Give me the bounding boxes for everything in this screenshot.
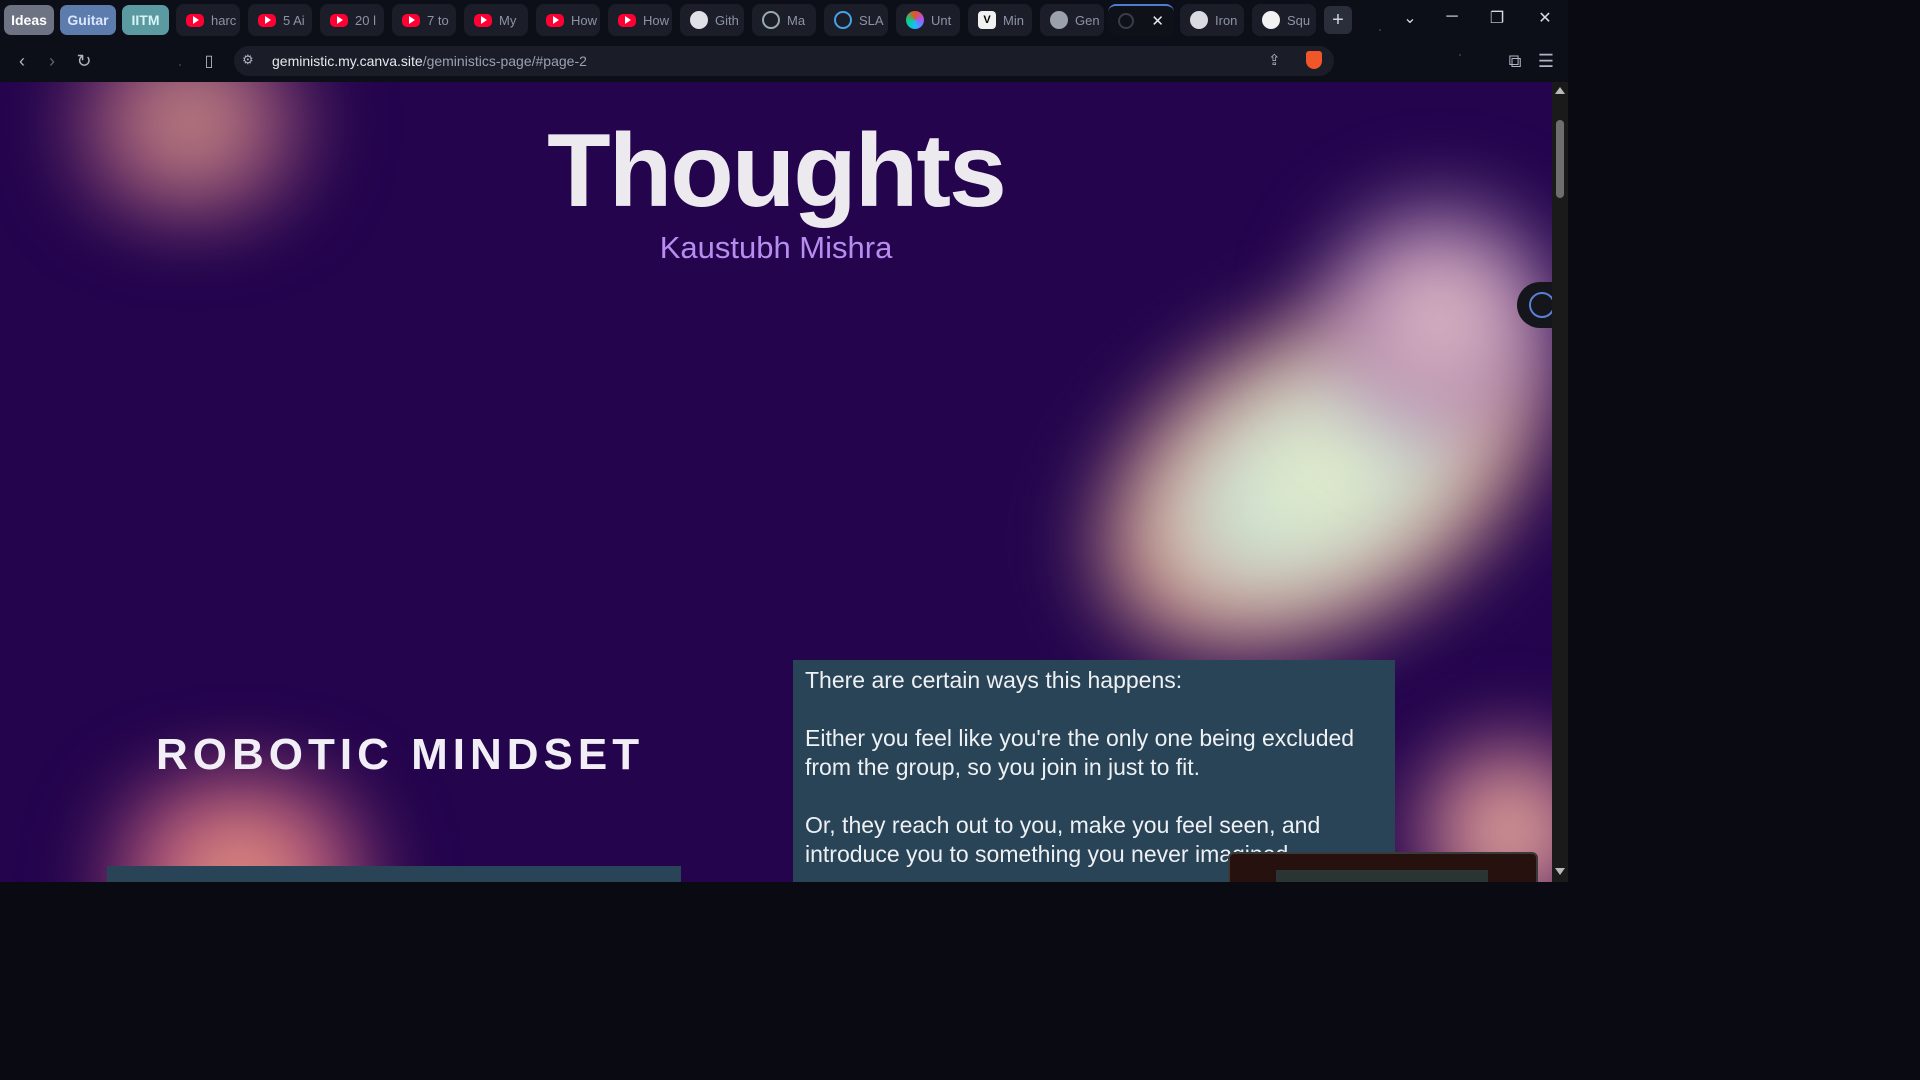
- new-tab-button[interactable]: +: [1324, 6, 1352, 34]
- search-icon: [1262, 11, 1280, 29]
- text-box: There are certain ways this happens: Eit…: [793, 660, 1395, 882]
- tab-group-label: IITM: [131, 12, 160, 28]
- video-frame: [1276, 870, 1488, 882]
- tab-group-label: Guitar: [67, 12, 109, 28]
- tab-group-guitar[interactable]: Guitar: [60, 5, 116, 35]
- tab-title: Gen: [1075, 12, 1100, 28]
- tab-group-ideas[interactable]: Ideas: [4, 5, 54, 35]
- scroll-up-arrow[interactable]: [1555, 87, 1565, 94]
- github-icon: [690, 11, 708, 29]
- vercel-icon: V: [978, 11, 996, 29]
- site-settings-icon[interactable]: ⚙: [242, 52, 254, 68]
- browser-tab[interactable]: 7 to: [392, 4, 456, 36]
- forward-button[interactable]: ›: [40, 50, 64, 72]
- tab-title: 5 Ai: [283, 12, 305, 28]
- tab-title: My: [499, 12, 517, 28]
- url-path: /geministics-page/#page-2: [422, 53, 587, 69]
- youtube-icon: [474, 13, 492, 27]
- tab-title: Min: [1003, 12, 1024, 28]
- browser-tab[interactable]: How: [608, 4, 672, 36]
- tab-title: Squ: [1287, 12, 1311, 28]
- url-host: geministic.my.canva.site: [272, 53, 423, 69]
- menu-icon[interactable]: ☰: [1534, 50, 1558, 72]
- tab-title: Ma: [787, 12, 806, 28]
- tab-title: harc: [211, 12, 237, 28]
- minimize-button[interactable]: ─: [1440, 8, 1464, 26]
- tab-group-label: Ideas: [11, 12, 47, 28]
- circle-icon: [834, 11, 852, 29]
- figma-icon: [906, 11, 924, 29]
- mask-icon: [762, 11, 780, 29]
- youtube-icon: [546, 13, 564, 27]
- back-button[interactable]: ‹: [10, 50, 34, 72]
- globe-icon: [1050, 11, 1068, 29]
- assistant-icon: [1529, 292, 1552, 318]
- scroll-down-arrow[interactable]: [1555, 868, 1565, 875]
- youtube-icon: [330, 13, 348, 27]
- browser-tab[interactable]: Unt: [896, 4, 960, 36]
- paragraph: There are certain ways this happens:: [805, 667, 1183, 693]
- browser-tab[interactable]: Squ: [1252, 4, 1316, 36]
- loading-icon: [1118, 13, 1134, 29]
- scrollbar-thumb[interactable]: [1556, 120, 1564, 198]
- browser-tab[interactable]: Ma: [752, 4, 816, 36]
- youtube-icon: [186, 13, 204, 27]
- browser-tab[interactable]: 20 l: [320, 4, 384, 36]
- close-window-button[interactable]: ✕: [1533, 8, 1557, 28]
- close-tab-icon[interactable]: ✕: [1151, 12, 1164, 30]
- youtube-icon: [258, 13, 276, 27]
- extensions-icon[interactable]: ⧉: [1503, 50, 1527, 72]
- section-heading: ROBOTIC MINDSET: [156, 730, 645, 779]
- browser-tab[interactable]: Gen: [1040, 4, 1104, 36]
- browser-tab[interactable]: harc: [176, 4, 240, 36]
- youtube-icon: [402, 13, 420, 27]
- content-card: [107, 866, 681, 882]
- vertical-scrollbar[interactable]: [1552, 82, 1568, 882]
- tab-title: How: [571, 12, 598, 28]
- tab-search-chevron-icon[interactable]: ⌄: [1398, 8, 1422, 28]
- author-name: Kaustubh Mishra: [659, 230, 893, 265]
- paragraph: Either you feel like you're the only one…: [805, 725, 1355, 780]
- tab-strip: Ideas Guitar IITM harc 5 Ai 20 l 7 to My…: [0, 0, 1568, 40]
- tab-title: 20 l: [355, 12, 376, 28]
- browser-chrome: Ideas Guitar IITM harc 5 Ai 20 l 7 to My…: [0, 0, 1568, 82]
- openai-icon: [1190, 11, 1208, 29]
- share-icon[interactable]: ⇪: [1268, 51, 1281, 69]
- reload-button[interactable]: ↻: [72, 50, 96, 72]
- browser-tab[interactable]: My: [464, 4, 528, 36]
- browser-tab[interactable]: How: [536, 4, 600, 36]
- canva-page: Thoughts Kaustubh Mishra ROBOTIC MINDSET…: [0, 82, 1552, 882]
- tab-title: Gith: [715, 12, 739, 28]
- tab-group-iitm[interactable]: IITM: [122, 5, 169, 35]
- bookmark-icon[interactable]: ▯: [197, 50, 221, 72]
- restore-button[interactable]: ❐: [1485, 8, 1509, 28]
- tab-title: 7 to: [427, 12, 449, 28]
- youtube-icon: [618, 13, 636, 27]
- tab-title: Iron: [1215, 12, 1238, 28]
- tab-title: How: [643, 12, 670, 28]
- picture-in-picture-video[interactable]: [1228, 852, 1538, 882]
- tab-title: SLA: [859, 12, 884, 28]
- browser-tab[interactable]: Iron: [1180, 4, 1244, 36]
- browser-tab[interactable]: Gith: [680, 4, 744, 36]
- url-text[interactable]: geministic.my.canva.site/geministics-pag…: [272, 53, 587, 69]
- page-title: Thoughts: [547, 113, 1007, 229]
- brave-shields-icon[interactable]: [1306, 51, 1322, 69]
- browser-tab[interactable]: V Min: [968, 4, 1032, 36]
- browser-tab[interactable]: 5 Ai: [248, 4, 312, 36]
- browser-tab-active[interactable]: ✕: [1108, 4, 1174, 36]
- tab-title: Unt: [931, 12, 952, 28]
- browser-tab[interactable]: SLA: [824, 4, 888, 36]
